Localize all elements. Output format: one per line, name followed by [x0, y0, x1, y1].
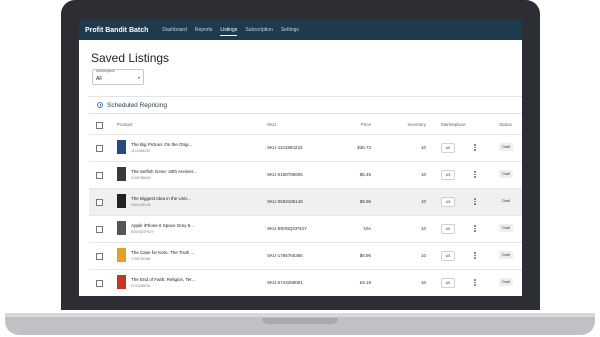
scheduled-repricing-label: Scheduled Repricing	[107, 101, 167, 109]
top-nav-bar: Profit Bandit Batch Dashboard Reports Li…	[79, 20, 522, 40]
product-thumbnail	[117, 140, 126, 154]
select-all-checkbox[interactable]	[96, 122, 103, 129]
nav-settings[interactable]: Settings	[281, 25, 299, 36]
nav-dashboard[interactable]: Dashboard	[162, 25, 186, 36]
marketplace-select[interactable]: Marketplace All ▾	[92, 69, 144, 85]
app-screen: Profit Bandit Batch Dashboard Reports Li…	[79, 20, 522, 296]
table-row[interactable]: The Big Picture: On the Origi... 11019842…	[89, 135, 522, 162]
product-identifier: 1101984232	[131, 149, 151, 153]
product-title[interactable]: The Big Picture: On the Origi...	[131, 142, 192, 147]
column-header-inventory[interactable]: Inventory	[407, 122, 426, 127]
price-value: $8.96	[359, 253, 371, 258]
status-badge: Draft	[499, 278, 513, 286]
column-header-marketplace[interactable]: Marketplace	[441, 122, 466, 127]
laptop-notch	[262, 318, 338, 324]
column-header-status[interactable]: Status	[499, 122, 512, 127]
status-badge: Draft	[499, 143, 513, 151]
main-nav: Dashboard Reports Listings Subscription …	[162, 25, 299, 36]
row-checkbox[interactable]	[96, 280, 103, 287]
more-options-icon[interactable]	[474, 279, 476, 287]
marketplace-badge: UK	[441, 278, 455, 288]
product-title[interactable]: The Biggest Idea in the Univ...	[131, 196, 191, 201]
table-row[interactable]: The Biggest Idea in the Univ... 059318614…	[89, 189, 522, 216]
product-identifier: 0743268091	[131, 284, 151, 288]
table-body: The Big Picture: On the Origi... 11019842…	[89, 135, 522, 296]
marketplace-badge: UK	[441, 224, 455, 234]
inventory-value: 10	[420, 172, 426, 177]
column-header-sku[interactable]: SKU	[267, 122, 276, 127]
more-options-icon[interactable]	[474, 252, 476, 260]
product-title[interactable]: The Case for Keto: The Truth ...	[131, 250, 194, 255]
inventory-value: 10	[420, 280, 426, 285]
product-identifier: 0593186148	[131, 203, 151, 207]
product-identifier: 1785766366	[131, 257, 151, 261]
table-header: Product SKU Price Inventory Marketplace …	[89, 116, 522, 135]
product-title[interactable]: Apple iPhone 6 Space Grey 6...	[131, 223, 194, 228]
marketplace-badge: US	[441, 197, 455, 207]
inventory-value: 10	[420, 226, 426, 231]
nav-subscription[interactable]: Subscription	[245, 25, 273, 36]
nav-listings[interactable]: Listings	[220, 25, 238, 36]
clock-icon	[97, 102, 103, 108]
price-value: $9.96	[359, 199, 371, 204]
row-checkbox[interactable]	[96, 199, 103, 206]
inventory-value: 10	[420, 199, 426, 204]
marketplace-badge: US	[441, 170, 455, 180]
marketplace-badge: US	[441, 251, 455, 261]
product-thumbnail	[117, 167, 126, 181]
inventory-value: 10	[420, 253, 426, 258]
sku-value: SKU-0198788606	[267, 172, 303, 177]
page-title: Saved Listings	[91, 51, 170, 65]
product-thumbnail	[117, 248, 126, 262]
product-thumbnail	[117, 275, 126, 289]
row-checkbox[interactable]	[96, 145, 103, 152]
more-options-icon[interactable]	[474, 225, 476, 233]
sku-value: SKU-0743268091	[267, 280, 303, 285]
more-options-icon[interactable]	[474, 198, 476, 206]
product-thumbnail	[117, 221, 126, 235]
row-checkbox[interactable]	[96, 172, 103, 179]
scheduled-repricing-toggle[interactable]: Scheduled Repricing	[89, 96, 522, 114]
product-identifier: B00NQGP42Y	[131, 230, 154, 234]
price-value: N/A	[363, 226, 371, 231]
product-thumbnail	[117, 194, 126, 208]
status-badge: Draft	[499, 197, 513, 205]
product-identifier: 0198788606	[131, 176, 151, 180]
status-badge: Draft	[499, 224, 513, 232]
table-row[interactable]: The Selfish Gene: 40th Anniver... 0198788…	[89, 162, 522, 189]
marketplace-select-label: Marketplace	[96, 69, 116, 73]
sku-value: SKU-1101984232	[267, 145, 303, 150]
nav-reports[interactable]: Reports	[195, 25, 213, 36]
row-checkbox[interactable]	[96, 253, 103, 260]
column-header-product[interactable]: Product	[117, 122, 133, 127]
product-title[interactable]: The Selfish Gene: 40th Anniver...	[131, 169, 197, 174]
chevron-down-icon: ▾	[137, 75, 140, 80]
status-badge: Draft	[499, 170, 513, 178]
sku-value: SKU-0593186148	[267, 199, 303, 204]
more-options-icon[interactable]	[474, 171, 476, 179]
marketplace-badge: UK	[441, 143, 455, 153]
price-value: $6.45	[359, 172, 371, 177]
listings-table: Product SKU Price Inventory Marketplace …	[89, 116, 522, 296]
row-checkbox[interactable]	[96, 226, 103, 233]
column-header-price[interactable]: Price	[361, 122, 371, 127]
table-row[interactable]: The Case for Keto: The Truth ... 17857663…	[89, 243, 522, 270]
inventory-value: 10	[420, 145, 426, 150]
table-row[interactable]: Apple iPhone 6 Space Grey 6... B00NQGP42Y…	[89, 216, 522, 243]
more-options-icon[interactable]	[474, 144, 476, 152]
marketplace-select-value: All	[96, 76, 102, 82]
product-title[interactable]: The End of Faith: Religion, Ter...	[131, 277, 195, 282]
status-badge: Draft	[499, 251, 513, 259]
sku-value: SKU-1785766366	[267, 253, 303, 258]
sku-value: SKU-B00NQGP42Y	[267, 226, 308, 231]
app-brand[interactable]: Profit Bandit Batch	[85, 27, 148, 34]
price-value: $36.73	[357, 145, 371, 150]
price-value: £9.19	[359, 280, 371, 285]
table-row[interactable]: The End of Faith: Religion, Ter... 074326…	[89, 270, 522, 296]
